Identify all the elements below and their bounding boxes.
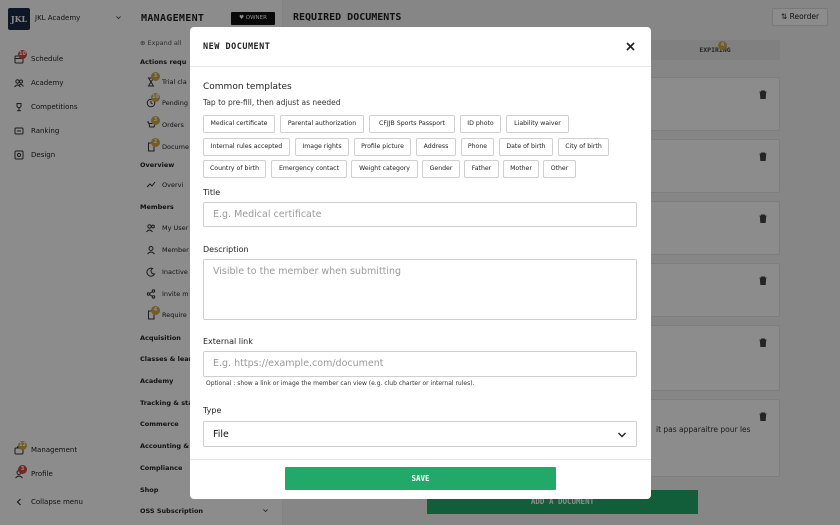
chevron-down-icon (618, 432, 626, 438)
template-chip[interactable]: Mother (503, 160, 539, 178)
type-select-value: File (213, 429, 229, 440)
template-chip[interactable]: Liability waiver (506, 115, 569, 133)
template-chip[interactable]: Gender (422, 160, 460, 178)
new-document-modal: NEW DOCUMENT Common templates Tap to pre… (190, 27, 651, 499)
template-chip[interactable]: Internal rules accepted (203, 138, 290, 156)
close-icon[interactable] (625, 41, 636, 52)
title-input[interactable]: E.g. Medical certificate (203, 202, 637, 227)
divider (190, 66, 651, 67)
external-link-label: External link (203, 337, 253, 346)
template-chip[interactable]: Parental authorization (280, 115, 364, 133)
external-link-input[interactable]: E.g. https://example.com/document (203, 351, 637, 377)
templates-hint: Tap to pre-fill, then adjust as needed (203, 98, 341, 107)
save-button[interactable]: SAVE (285, 467, 556, 490)
template-chip[interactable]: Medical certificate (203, 115, 275, 133)
template-chip[interactable]: Weight category (351, 160, 418, 178)
template-chip[interactable]: ID photo (460, 115, 501, 133)
template-chip[interactable]: Profile picture (354, 138, 411, 156)
description-textarea[interactable]: Visible to the member when submitting (203, 259, 637, 320)
template-chip[interactable]: CFJJB Sports Passport (369, 115, 455, 133)
modal-title: NEW DOCUMENT (203, 42, 271, 52)
type-select[interactable]: File (203, 421, 637, 447)
template-chip[interactable]: Emergency contact (271, 160, 347, 178)
type-label: Type (203, 406, 222, 415)
template-chip[interactable]: Father (464, 160, 499, 178)
template-chip[interactable]: Other (543, 160, 576, 178)
template-chip[interactable]: Country of birth (203, 160, 266, 178)
template-chip[interactable]: Phone (461, 138, 494, 156)
description-label: Description (203, 245, 249, 254)
template-chip[interactable]: Image rights (295, 138, 349, 156)
title-label: Title (203, 188, 221, 197)
external-link-help: Optional : show a link or image the memb… (206, 380, 475, 387)
template-chip[interactable]: City of birth (558, 138, 609, 156)
templates-title: Common templates (203, 82, 292, 92)
template-chip[interactable]: Address (416, 138, 456, 156)
template-chip[interactable]: Date of birth (499, 138, 553, 156)
divider (190, 459, 651, 460)
